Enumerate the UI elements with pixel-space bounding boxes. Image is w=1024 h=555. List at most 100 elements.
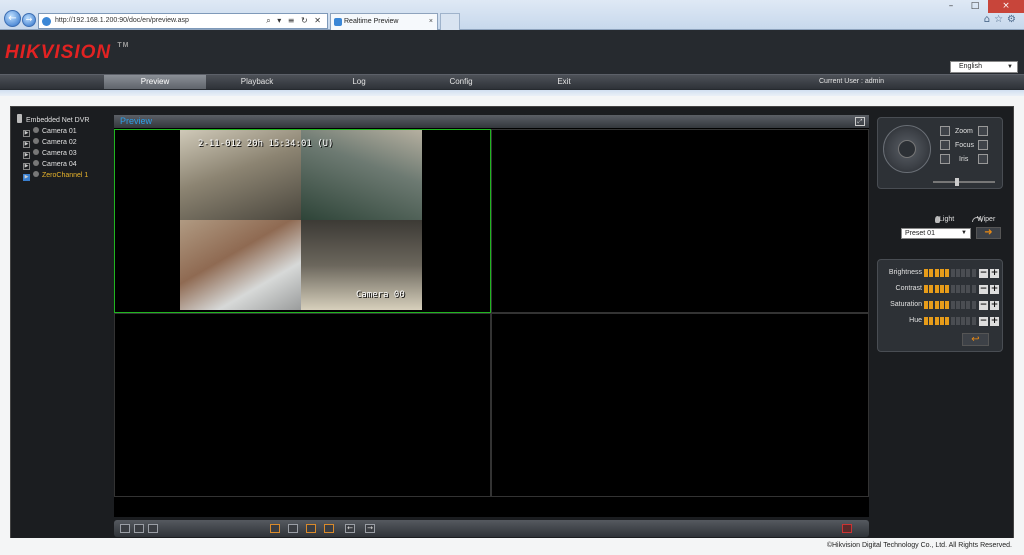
level-segment[interactable] <box>929 285 934 293</box>
layout-2x2-icon[interactable] <box>134 524 144 533</box>
level-segment[interactable] <box>939 285 944 293</box>
record-icon[interactable] <box>270 524 280 533</box>
video-window-3[interactable] <box>114 313 491 497</box>
tree-camera-02[interactable]: ▶ Camera 02 <box>23 138 77 148</box>
preset-select[interactable]: Preset 01 ▼ <box>901 228 971 239</box>
new-tab-button[interactable] <box>440 13 460 30</box>
level-segment[interactable] <box>950 269 955 277</box>
level-segment[interactable] <box>924 317 928 325</box>
iris-open-icon[interactable] <box>940 154 950 164</box>
menu-preview[interactable]: Preview <box>104 75 206 89</box>
brightness-plus-icon[interactable]: + <box>990 269 999 278</box>
tree-root[interactable]: Embedded Net DVR <box>17 114 89 124</box>
capture-icon[interactable] <box>288 524 298 533</box>
level-segment[interactable] <box>934 301 939 309</box>
level-segment[interactable] <box>939 317 944 325</box>
level-segment[interactable] <box>934 285 939 293</box>
tree-camera-01[interactable]: ▶ Camera 01 <box>23 127 77 137</box>
volume-icon[interactable] <box>842 524 852 533</box>
level-segment[interactable] <box>945 269 950 277</box>
level-segment[interactable] <box>961 269 966 277</box>
call-preset-button[interactable]: ➜ <box>976 227 1001 239</box>
play-icon[interactable]: ▶ <box>23 141 30 148</box>
hue-plus-icon[interactable]: + <box>990 317 999 326</box>
level-segment[interactable] <box>966 269 971 277</box>
level-segment[interactable] <box>924 269 928 277</box>
contrast-plus-icon[interactable]: + <box>990 285 999 294</box>
level-segment[interactable] <box>971 301 976 309</box>
layout-1x1-icon[interactable] <box>120 524 130 533</box>
level-segment[interactable] <box>929 317 934 325</box>
stop-all-preview-icon[interactable] <box>324 524 334 533</box>
level-segment[interactable] <box>955 301 960 309</box>
level-segment[interactable] <box>950 301 955 309</box>
level-segment[interactable] <box>961 285 966 293</box>
zoom-in-icon[interactable] <box>940 126 950 136</box>
level-segment[interactable] <box>939 269 944 277</box>
tab-realtime-preview[interactable]: Realtime Preview × <box>330 13 438 30</box>
forward-icon[interactable]: → <box>22 13 36 27</box>
minimize-icon[interactable]: – <box>939 0 963 13</box>
language-select[interactable]: English ▼ <box>950 61 1018 73</box>
focus-far-icon[interactable] <box>978 140 988 150</box>
previous-page-icon[interactable]: ← <box>345 524 355 533</box>
level-segment[interactable] <box>929 301 934 309</box>
level-segment[interactable] <box>961 317 966 325</box>
slider-knob[interactable] <box>955 178 959 186</box>
hue-minus-icon[interactable]: − <box>979 317 988 326</box>
level-segment[interactable] <box>945 285 950 293</box>
focus-near-icon[interactable] <box>940 140 950 150</box>
close-tab-icon[interactable]: × <box>429 14 433 29</box>
iris-close-icon[interactable] <box>978 154 988 164</box>
home-icon[interactable]: ⌂ <box>984 14 994 25</box>
fullscreen-icon[interactable]: ⤢ <box>855 117 865 126</box>
play-icon[interactable]: ▶ <box>23 163 30 170</box>
brightness-minus-icon[interactable]: − <box>979 269 988 278</box>
play-icon[interactable]: ▶ <box>23 174 30 181</box>
tree-zerochannel-1[interactable]: ▶ ZeroChannel 1 <box>23 171 88 181</box>
play-icon[interactable]: ▶ <box>23 130 30 137</box>
saturation-plus-icon[interactable]: + <box>990 301 999 310</box>
video-window-2[interactable] <box>491 129 869 313</box>
tree-camera-04[interactable]: ▶ Camera 04 <box>23 160 77 170</box>
play-icon[interactable]: ▶ <box>23 152 30 159</box>
menu-config[interactable]: Config <box>410 75 512 89</box>
layout-3x3-icon[interactable] <box>148 524 158 533</box>
level-segment[interactable] <box>929 269 934 277</box>
level-segment[interactable] <box>966 301 971 309</box>
level-segment[interactable] <box>966 317 971 325</box>
level-segment[interactable] <box>966 285 971 293</box>
favorites-star-icon[interactable]: ☆ <box>994 14 1007 25</box>
level-segment[interactable] <box>934 269 939 277</box>
address-tools-icon[interactable]: ⌕ ▾ ≡ ↻ ✕ <box>266 14 323 28</box>
level-segment[interactable] <box>955 285 960 293</box>
level-segment[interactable] <box>955 269 960 277</box>
level-segment[interactable] <box>961 301 966 309</box>
level-segment[interactable] <box>950 285 955 293</box>
level-segment[interactable] <box>971 285 976 293</box>
level-segment[interactable] <box>924 301 928 309</box>
level-segment[interactable] <box>945 317 950 325</box>
tree-camera-03[interactable]: ▶ Camera 03 <box>23 149 77 159</box>
maximize-icon[interactable]: □ <box>963 0 987 13</box>
address-bar[interactable]: http://192.168.1.200:90/doc/en/preview.a… <box>38 13 328 29</box>
level-segment[interactable] <box>971 269 976 277</box>
zoom-out-icon[interactable] <box>978 126 988 136</box>
level-segment[interactable] <box>971 317 976 325</box>
contrast-minus-icon[interactable]: − <box>979 285 988 294</box>
ptz-speed-slider[interactable] <box>933 178 995 186</box>
level-segment[interactable] <box>945 301 950 309</box>
level-segment[interactable] <box>950 317 955 325</box>
menu-playback[interactable]: Playback <box>206 75 308 89</box>
level-segment[interactable] <box>924 285 928 293</box>
level-segment[interactable] <box>955 317 960 325</box>
start-all-preview-icon[interactable] <box>306 524 316 533</box>
video-window-4[interactable] <box>491 313 869 497</box>
ptz-direction-pad[interactable] <box>883 125 931 173</box>
next-page-icon[interactable]: → <box>365 524 375 533</box>
video-window-1[interactable]: 2-11-012 20h 15:34:01 (U) Camera 00 <box>114 129 491 313</box>
restore-default-button[interactable]: ↩ <box>962 333 989 346</box>
back-icon[interactable]: ← <box>4 10 21 27</box>
menu-log[interactable]: Log <box>308 75 410 89</box>
menu-exit[interactable]: Exit <box>513 75 615 89</box>
